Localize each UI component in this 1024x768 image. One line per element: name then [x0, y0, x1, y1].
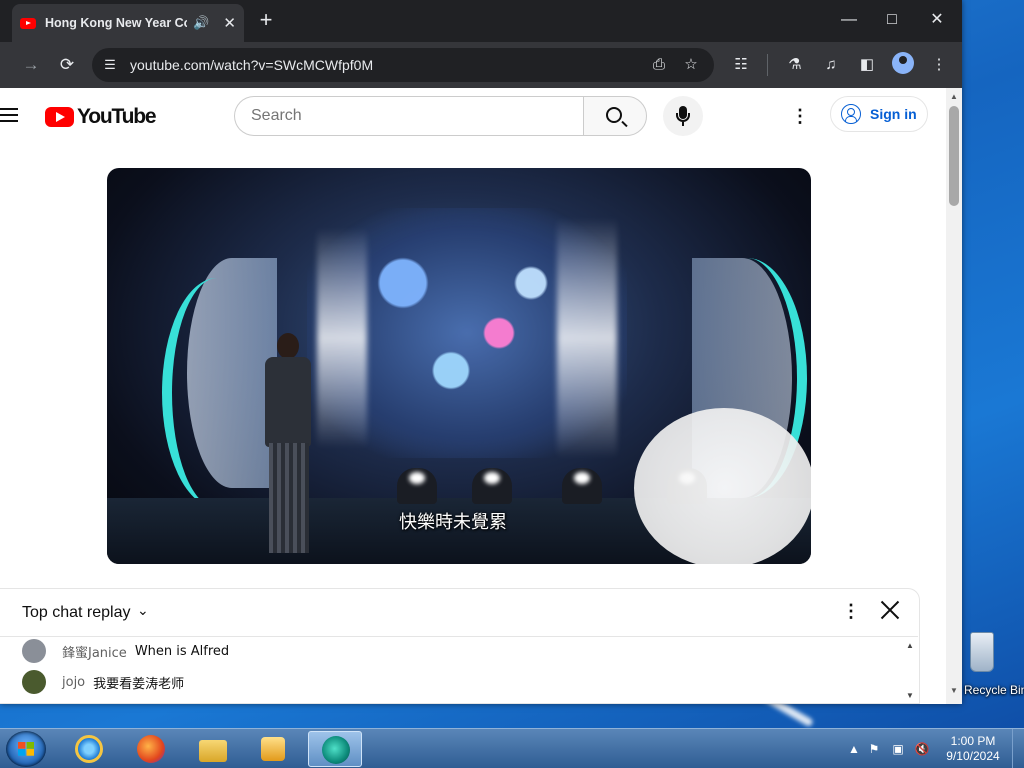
chat-author[interactable]: 鋒蜜Janice: [62, 642, 127, 661]
taskbar-file-explorer[interactable]: [186, 731, 240, 767]
firefox-icon: [137, 735, 165, 763]
firework-left: [317, 228, 367, 448]
install-app-icon[interactable]: ⎙: [648, 54, 670, 76]
account-icon: [841, 104, 861, 124]
media-player-icon: [261, 737, 285, 761]
search-input[interactable]: [234, 96, 584, 136]
close-tab-icon[interactable]: ✕: [223, 14, 236, 32]
scroll-up-icon[interactable]: ▲: [906, 641, 914, 650]
chat-header: Top chat replay ⌄ ⋮: [0, 589, 918, 637]
chrome-menu-icon[interactable]: ⋮: [926, 52, 952, 78]
youtube-favicon-icon: [20, 17, 36, 29]
youtube-wordmark: YouTube: [77, 105, 157, 128]
recycle-bin-label: Recycle Bin: [964, 683, 1024, 697]
firework-right: [557, 218, 617, 458]
show-desktop-button[interactable]: [1012, 729, 1024, 768]
clock-time: 1:00 PM: [950, 734, 996, 748]
taskbar-media-player[interactable]: [246, 731, 300, 767]
app-icon: [322, 736, 350, 764]
chat-more-icon[interactable]: ⋮: [841, 601, 861, 622]
scrollbar-thumb[interactable]: [949, 106, 959, 206]
media-controls-icon[interactable]: ♫: [818, 52, 844, 78]
chat-text: When is Alfred: [134, 643, 230, 659]
youtube-logo[interactable]: YouTube: [45, 105, 157, 129]
taskbar-chrome-app[interactable]: [308, 731, 362, 767]
start-button[interactable]: [6, 731, 46, 767]
volume-muted-icon[interactable]: 🔇: [914, 741, 930, 757]
minimize-button[interactable]: —: [826, 0, 872, 40]
recycle-bin-shortcut[interactable]: Recycle Bin: [960, 628, 1024, 698]
chat-scrollbar[interactable]: ▲ ▼: [904, 639, 914, 701]
speaker-icon[interactable]: 🔊: [193, 15, 209, 31]
clock[interactable]: 1:00 PM 9/10/2024: [940, 734, 1006, 764]
video-player[interactable]: 快樂時未覺累: [107, 168, 811, 564]
chat-author[interactable]: jojo: [62, 675, 85, 690]
close-window-button[interactable]: ✕: [914, 0, 960, 40]
search-button[interactable]: [583, 96, 647, 136]
chrome-window: Hong Kong New Year Countdown 🔊 ✕ + — □ ✕…: [0, 0, 962, 704]
chat-message: 鋒蜜Janice When is Alfred: [22, 639, 229, 663]
side-panel-icon[interactable]: ◧: [854, 52, 880, 78]
settings-more-icon[interactable]: ⋮: [790, 106, 810, 126]
extensions-icon[interactable]: ☷: [728, 52, 754, 78]
sign-in-label: Sign in: [870, 106, 917, 122]
browser-toolbar: → ⟳ ☰ youtube.com/watch?v=SWcMCWfpf0M ⎙ …: [0, 42, 962, 88]
chat-mode-label[interactable]: Top chat replay: [22, 604, 131, 622]
page-scrollbar[interactable]: ▲ ▼: [946, 88, 962, 704]
avatar[interactable]: [22, 670, 46, 694]
stage-light: [397, 468, 437, 504]
youtube-page: YouTube ⋮ Sign in: [0, 88, 946, 704]
taskbar-firefox[interactable]: [124, 731, 178, 767]
scroll-down-icon[interactable]: ▼: [950, 686, 958, 695]
tab-title: Hong Kong New Year Countdown: [45, 16, 187, 30]
forward-button[interactable]: →: [18, 52, 44, 78]
reload-button[interactable]: ⟳: [54, 52, 80, 78]
chat-text: 我要看姜涛老师: [93, 676, 185, 692]
folder-icon: [199, 740, 227, 762]
taskbar: ▲ ⚑ ▣ 🔇 1:00 PM 9/10/2024: [0, 728, 1024, 768]
microphone-stand: [676, 113, 690, 122]
sign-in-button[interactable]: Sign in: [830, 96, 928, 132]
address-bar[interactable]: ☰ youtube.com/watch?v=SWcMCWfpf0M ⎙ ☆: [92, 48, 714, 82]
youtube-play-icon: [45, 107, 74, 127]
recycle-bin-icon: [970, 632, 994, 672]
voice-search-button[interactable]: [663, 96, 703, 136]
tab-youtube[interactable]: Hong Kong New Year Countdown 🔊 ✕: [12, 4, 244, 42]
action-center-flag-icon[interactable]: ⚑: [866, 741, 882, 757]
maximize-button[interactable]: □: [869, 0, 915, 40]
live-chat-panel: Top chat replay ⌄ ⋮ 鋒蜜Janice When is Alf…: [0, 588, 920, 704]
tab-strip: Hong Kong New Year Countdown 🔊 ✕ + — □ ✕: [0, 0, 962, 42]
guide-menu-icon[interactable]: [0, 108, 18, 124]
search-icon: [606, 107, 622, 123]
video-subtitle: 快樂時未覺累: [399, 512, 507, 533]
avatar[interactable]: [22, 639, 46, 663]
new-tab-button[interactable]: +: [254, 8, 278, 32]
toolbar-separator: [767, 54, 768, 76]
stage-light: [562, 468, 602, 504]
scroll-down-icon[interactable]: ▼: [906, 691, 914, 700]
singer-figure: [257, 333, 317, 558]
taskbar-internet-explorer[interactable]: [62, 731, 116, 767]
bookmark-star-icon[interactable]: ☆: [680, 54, 702, 76]
chevron-down-icon[interactable]: ⌄: [137, 602, 149, 619]
internet-explorer-icon: [75, 735, 103, 763]
chat-message: jojo 我要看姜涛老师: [22, 670, 184, 694]
tray-expand-icon[interactable]: ▲: [846, 741, 862, 757]
chat-close-icon[interactable]: [878, 598, 902, 622]
microphone-stem: [682, 122, 684, 126]
broadcaster-watermark: [634, 408, 811, 564]
url-text: youtube.com/watch?v=SWcMCWfpf0M: [130, 57, 374, 73]
clock-date: 9/10/2024: [946, 749, 1000, 763]
site-info-icon[interactable]: ☰: [100, 55, 120, 75]
scroll-up-icon[interactable]: ▲: [950, 92, 958, 101]
profile-avatar-icon[interactable]: [892, 52, 914, 74]
stage-light: [472, 468, 512, 504]
stage-arc-left: [162, 278, 272, 508]
network-icon[interactable]: ▣: [890, 741, 906, 757]
labs-flask-icon[interactable]: ⚗: [782, 52, 808, 78]
